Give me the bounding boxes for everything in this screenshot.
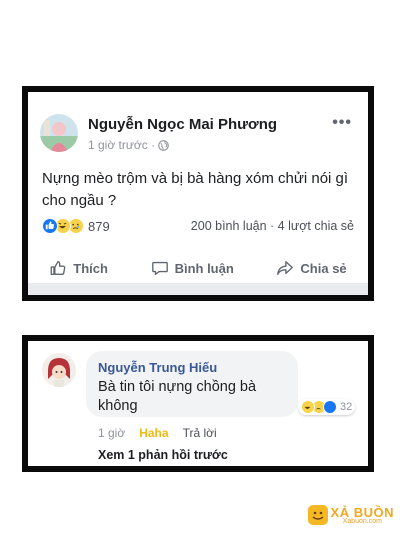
author-avatar[interactable] [40,114,78,152]
haha-reaction-icon [301,400,315,414]
like-button-label: Thích [73,260,108,276]
share-button[interactable]: Chia sẻ [276,259,347,277]
comment-text: Bà tin tôi nựng chồng bà không [98,379,257,414]
commenter-avatar[interactable] [42,353,76,387]
reply-button[interactable]: Trả lời [183,426,217,440]
post-reaction-count: 879 [88,218,110,234]
comment-reaction-button[interactable]: Haha [139,426,168,440]
like-button[interactable]: Thích [49,259,108,277]
post-reactions[interactable]: 879 [42,218,110,234]
comment-reaction-count: 32 [340,401,353,413]
comment-button-label: Bình luận [174,260,234,276]
post-bottom-strip [28,283,368,295]
watermark: XẢ BUỒN Xabuon.com [307,505,394,525]
post-header: Nguyễn Ngọc Mai Phương 1 giờ trước · ••• [40,114,356,154]
watermark-url: Xabuon.com [342,518,382,525]
thumbs-up-icon [50,261,66,275]
like-reaction-icon [323,400,337,414]
post-time[interactable]: 1 giờ trước · [88,138,155,152]
comment-button[interactable]: Bình luận [151,259,234,277]
post-actions: Thích Bình luận Chia sẻ [28,252,368,284]
post-author-name[interactable]: Nguyễn Ngọc Mai Phương [88,116,277,133]
view-previous-replies-link[interactable]: Xem 1 phản hồi trước [98,448,228,462]
share-button-label: Chia sẻ [300,260,347,276]
comment-time[interactable]: 1 giờ [98,426,125,440]
comment-bubble: Nguyễn Trung Hiếu Bà tin tôi nựng chồng … [86,351,298,417]
post-meta: 1 giờ trước · [88,138,169,152]
xabuon-logo-icon [307,505,328,525]
comment-meta: 1 giờ Haha Trả lời [98,426,217,440]
comment-author-name[interactable]: Nguyễn Trung Hiếu [98,360,217,375]
more-options-icon[interactable]: ••• [332,115,352,131]
globe-icon [158,139,169,151]
post-text: Nựng mèo trộm và bị bà hàng xóm chửi nói… [42,170,349,209]
like-reaction-icon [42,218,58,234]
comment-card: Nguyễn Trung Hiếu Bà tin tôi nựng chồng … [22,335,374,472]
post-card: Nguyễn Ngọc Mai Phương 1 giờ trước · •••… [22,86,374,301]
speech-bubble-icon [151,261,168,275]
comment-reactions[interactable]: 32 [298,399,356,415]
share-arrow-icon [277,261,294,275]
post-stats[interactable]: 200 bình luận · 4 lượt chia sẻ [191,219,354,233]
